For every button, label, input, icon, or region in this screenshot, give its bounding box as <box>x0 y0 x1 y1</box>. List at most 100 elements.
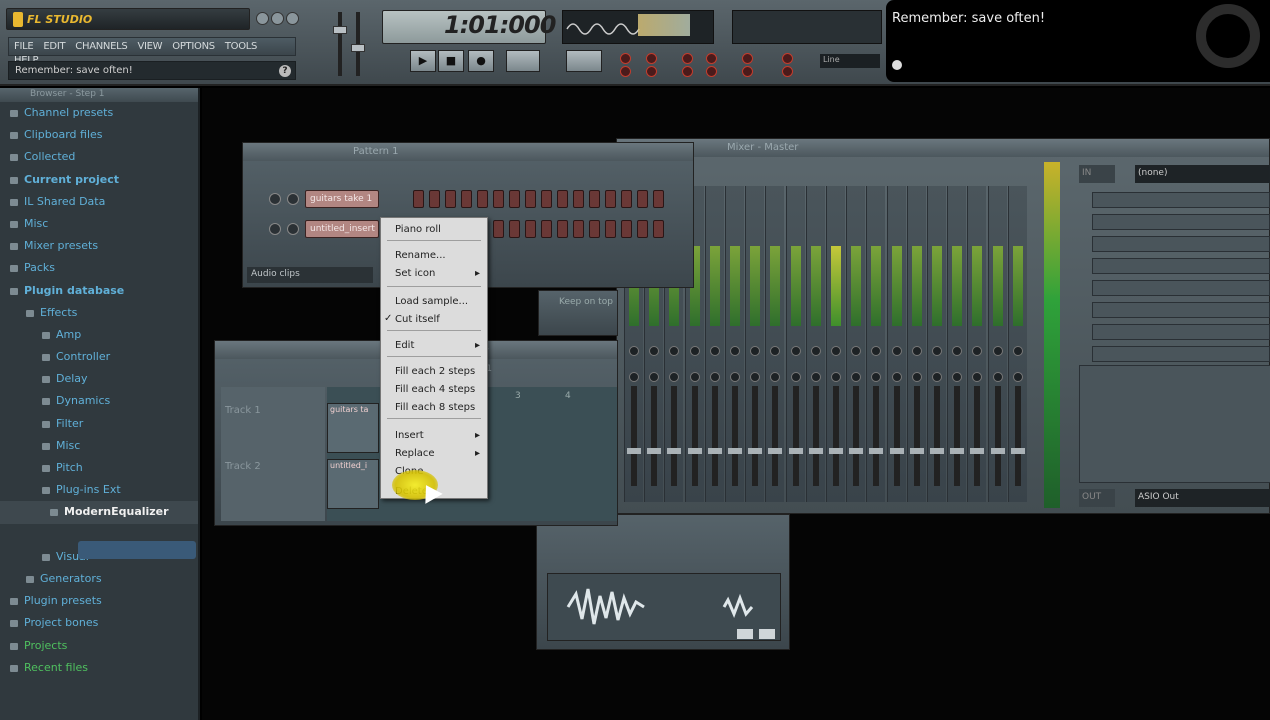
browser-item[interactable]: Collected <box>0 146 198 168</box>
strip-knob[interactable] <box>810 346 821 356</box>
channel-1-name[interactable]: guitars take 1 <box>305 190 379 208</box>
step-button[interactable] <box>621 190 632 208</box>
strip-knob[interactable] <box>831 372 841 382</box>
menu-channels[interactable]: CHANNELS <box>70 38 132 52</box>
strip-knob[interactable] <box>992 372 1003 382</box>
strip-knob[interactable] <box>952 372 963 382</box>
step-button[interactable] <box>509 190 520 208</box>
strip-fader-knob[interactable] <box>990 448 1005 454</box>
toolbar-knob[interactable] <box>620 53 631 64</box>
browser-item[interactable]: Projects <box>0 635 198 657</box>
menu-item[interactable]: Cut itself <box>395 312 440 328</box>
strip-fader-track[interactable] <box>671 386 678 486</box>
strip-knob[interactable] <box>831 346 841 356</box>
strip-knob[interactable] <box>790 346 801 356</box>
strip-fader-track[interactable] <box>893 386 900 486</box>
step-button[interactable] <box>653 190 664 208</box>
strip-fader-knob[interactable] <box>707 448 722 454</box>
strip-fader-track[interactable] <box>732 386 738 486</box>
mixer-channel-strip[interactable] <box>886 186 906 502</box>
effect-slot[interactable] <box>1092 236 1270 252</box>
step-button[interactable] <box>445 190 456 208</box>
strip-knob[interactable] <box>770 346 781 356</box>
browser-item[interactable]: Misc <box>0 213 198 235</box>
menu-file[interactable]: FILE <box>9 38 38 52</box>
browser-item[interactable]: Filter <box>0 413 198 435</box>
strip-fader-track[interactable] <box>934 386 940 486</box>
step-button[interactable] <box>637 220 648 238</box>
strip-fader-track[interactable] <box>873 386 880 486</box>
step-button[interactable] <box>461 190 472 208</box>
mixer-channel-strip[interactable] <box>1007 186 1027 502</box>
step-button[interactable] <box>477 190 488 208</box>
step-button[interactable] <box>653 220 664 238</box>
strip-fader-knob[interactable] <box>869 448 884 454</box>
browser-item[interactable]: Packs <box>0 257 198 279</box>
strip-fader-track[interactable] <box>1014 386 1021 486</box>
toolbar-knob[interactable] <box>620 66 631 77</box>
snap-select[interactable]: Line <box>820 54 880 68</box>
help-icon[interactable]: ? <box>279 65 291 77</box>
strip-fader-track[interactable] <box>954 386 961 486</box>
strip-knob[interactable] <box>750 346 761 356</box>
strip-knob[interactable] <box>871 346 882 356</box>
toolbar-knob[interactable] <box>682 53 693 64</box>
toolbar-knob[interactable] <box>646 53 657 64</box>
step-button[interactable] <box>541 220 552 238</box>
strip-knob[interactable] <box>810 372 821 382</box>
strip-knob[interactable] <box>649 346 660 356</box>
strip-fader-track[interactable] <box>913 386 920 486</box>
strip-fader-knob[interactable] <box>909 448 924 454</box>
mixer-channel-strip[interactable] <box>785 186 805 502</box>
mixer-channel-strip[interactable] <box>967 186 987 502</box>
strip-fader-knob[interactable] <box>808 448 823 454</box>
strip-knob[interactable] <box>709 372 720 382</box>
strip-knob[interactable] <box>911 372 922 382</box>
strip-fader-track[interactable] <box>833 386 839 486</box>
strip-fader-knob[interactable] <box>849 448 864 454</box>
plugin-thumbnail[interactable] <box>78 541 196 559</box>
browser-item[interactable]: Pitch <box>0 457 198 479</box>
record-button[interactable]: ● <box>468 50 494 72</box>
step-button[interactable] <box>573 190 584 208</box>
strip-fader-track[interactable] <box>691 386 698 486</box>
mixer-channel-strip[interactable] <box>846 186 866 502</box>
menu-view[interactable]: VIEW <box>132 38 167 52</box>
channel-2-name[interactable]: untitled_insert <box>305 220 379 238</box>
browser-item[interactable]: Channel presets <box>0 102 198 124</box>
step-button[interactable] <box>429 190 440 208</box>
strip-fader-track[interactable] <box>631 386 637 486</box>
sample-zoom-button[interactable] <box>737 629 753 639</box>
pattern-song-toggle[interactable] <box>506 50 540 72</box>
toolbar-knob[interactable] <box>706 66 717 77</box>
menu-item[interactable]: Edit <box>395 338 482 354</box>
strip-fader-track[interactable] <box>752 386 759 486</box>
strip-knob[interactable] <box>911 346 922 356</box>
strip-knob[interactable] <box>1012 372 1023 382</box>
strip-knob[interactable] <box>891 372 902 382</box>
step-button[interactable] <box>493 190 504 208</box>
strip-fader-knob[interactable] <box>768 448 783 454</box>
channel-1-pan-knob[interactable] <box>269 193 281 205</box>
strip-fader-track[interactable] <box>792 386 799 486</box>
mixer-channel-strip[interactable] <box>725 186 744 502</box>
effect-slot[interactable] <box>1092 280 1270 296</box>
maximize-button[interactable] <box>271 12 284 25</box>
step-button[interactable] <box>573 220 584 238</box>
step-button[interactable] <box>541 190 552 208</box>
strip-knob[interactable] <box>730 372 740 382</box>
browser-item[interactable]: ModernEqualizer <box>0 501 198 524</box>
strip-fader-knob[interactable] <box>667 448 682 454</box>
strip-knob[interactable] <box>649 372 660 382</box>
strip-knob[interactable] <box>669 346 680 356</box>
strip-knob[interactable] <box>790 372 801 382</box>
strip-knob[interactable] <box>932 372 942 382</box>
eq-panel[interactable] <box>1079 365 1270 483</box>
strip-fader-knob[interactable] <box>970 448 985 454</box>
strip-fader-track[interactable] <box>772 386 779 486</box>
browser-item[interactable]: Recent files <box>0 657 198 679</box>
strip-knob[interactable] <box>750 372 761 382</box>
minimize-button[interactable] <box>256 12 269 25</box>
strip-knob[interactable] <box>851 346 862 356</box>
strip-fader-knob[interactable] <box>950 448 965 454</box>
